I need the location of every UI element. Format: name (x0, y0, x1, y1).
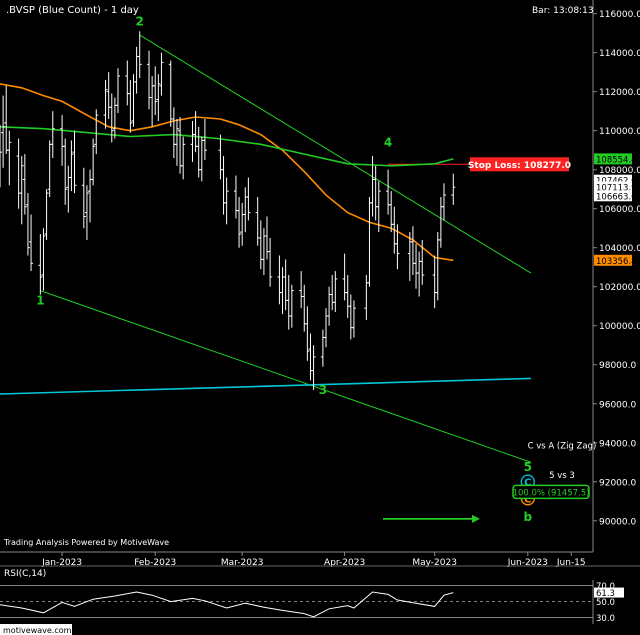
rsi-tick-label: 70.0 (596, 582, 615, 592)
price-marker-label: 106663.0 (596, 192, 637, 202)
rsi-tick-label: 30.0 (596, 614, 615, 624)
price-tick-label: 92000.0 (599, 478, 636, 488)
watermark: motivewave.com (3, 626, 72, 635)
price-tick-label: 98000.0 (599, 361, 636, 371)
price-tick-label: 102000.0 (599, 283, 640, 293)
price-tick-label: 106000.0 (599, 205, 640, 215)
bar-time: Bar: 13:08:13 (532, 6, 594, 16)
annotation-label: C vs A (Zig Zag) (528, 442, 597, 452)
chart-title: .BVSP (Blue Count) - 1 day (6, 5, 139, 16)
price-tick-label: 110000.0 (599, 127, 640, 137)
footer-credit: Trading Analysis Powered by MotiveWave (3, 538, 169, 547)
price-tick-label: 104000.0 (599, 244, 640, 254)
rsi-tick-label: 50.0 (596, 598, 615, 608)
wave-label: 1 (36, 293, 44, 307)
annotation-label: 5 vs 3 (549, 471, 575, 481)
wave-label: 3 (319, 383, 327, 397)
price-tick-label: 94000.0 (599, 439, 636, 449)
price-tick-label: 114000.0 (599, 49, 640, 59)
price-tick-label: 96000.0 (599, 400, 636, 410)
wave-label: 4 (384, 135, 392, 149)
price-tick-label: 112000.0 (599, 88, 640, 98)
wave-label: 5 (524, 460, 532, 474)
price-marker-label: 103356.4 (596, 257, 637, 267)
price-tick-label: 116000.0 (599, 10, 640, 20)
trading-chart[interactable]: 90000.0 92000.0 94000.0 96000.0 98000.0 10000… (0, 0, 640, 635)
price-tick-label: 100000.0 (599, 322, 640, 332)
price-marker-label: 108554.4 (596, 155, 637, 165)
wave-label: 2 (136, 14, 144, 28)
rsi-title: RSI(C,14) (4, 569, 46, 579)
wave-label: b (524, 510, 533, 524)
price-tick-label: 90000.0 (599, 517, 636, 527)
stop-loss-label: Stop Loss: 108277.0 (468, 161, 571, 171)
projection-label: 100.0% (91457.5) (513, 488, 590, 498)
